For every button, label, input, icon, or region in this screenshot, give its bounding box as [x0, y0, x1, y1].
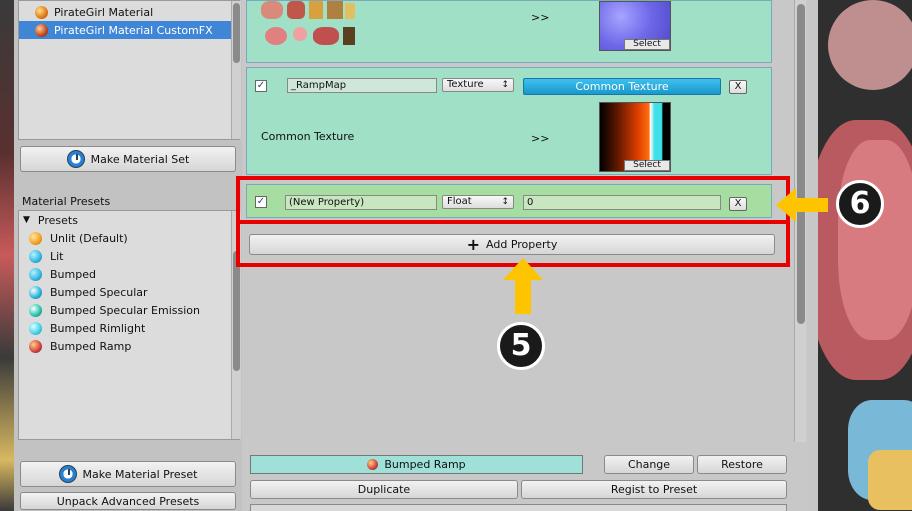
make-material-set-button[interactable]: Make Material Set	[20, 146, 236, 172]
preset-item[interactable]: Bumped Ramp	[29, 337, 131, 355]
rampmap-enable-checkbox[interactable]: ✓	[255, 80, 267, 92]
step-6-badge: 6	[836, 180, 884, 228]
select-button[interactable]: Select	[624, 160, 670, 171]
expand-triangle-icon: ▼	[23, 215, 30, 225]
rampmap-remove-button[interactable]: X	[729, 80, 747, 94]
regist-to-preset-button[interactable]: Regist to Preset	[521, 480, 787, 499]
arrow-indicator: >>	[531, 11, 550, 24]
unlit-sphere-icon	[29, 231, 42, 245]
presets-tree: ▼ Presets Unlit (Default) Lit Bumped Bum…	[18, 210, 241, 440]
left-panel: PirateGirl Material PirateGirl Material …	[14, 0, 242, 511]
material-list-item-selected[interactable]: PirateGirl Material CustomFX	[19, 21, 231, 39]
sprite-sheet-preview	[257, 1, 357, 51]
rampmap-property-card: ✓ _RampMap Texture Common Texture X Comm…	[246, 67, 772, 175]
bottom-field-partial	[250, 504, 787, 511]
common-texture-caption: Common Texture	[261, 130, 355, 143]
ramp-sphere-icon	[29, 339, 42, 353]
rampmap-type-dropdown[interactable]: Texture	[442, 78, 514, 92]
texture-property-card: >> Select	[246, 0, 772, 63]
current-preset-display: Bumped Ramp	[250, 455, 583, 474]
presets-root[interactable]: ▼ Presets	[23, 211, 78, 229]
preset-item[interactable]: Bumped Specular Emission	[29, 301, 200, 319]
preset-item[interactable]: Bumped	[29, 265, 96, 283]
preset-icon	[66, 150, 85, 168]
preset-item[interactable]: Bumped Specular	[29, 283, 148, 301]
material-list-scrollbar[interactable]	[231, 1, 241, 139]
step-5-badge: 5	[497, 322, 545, 370]
rimlight-sphere-icon	[29, 321, 42, 335]
ramp-texture-thumbnail[interactable]: Select	[599, 102, 671, 172]
background-artwork-right	[818, 0, 912, 511]
make-material-preset-button[interactable]: Make Material Preset	[20, 461, 236, 487]
preset-icon	[58, 465, 77, 483]
material-list-item[interactable]: PirateGirl Material	[19, 3, 231, 21]
restore-button[interactable]: Restore	[697, 455, 787, 474]
ramp-sphere-icon	[367, 459, 379, 470]
preset-item[interactable]: Lit	[29, 247, 64, 265]
highlight-new-property	[236, 176, 790, 224]
preset-item[interactable]: Bumped Rimlight	[29, 319, 145, 337]
normal-map-thumbnail[interactable]: Select	[599, 1, 671, 51]
specular-sphere-icon	[29, 285, 42, 299]
lit-sphere-icon	[29, 249, 42, 263]
arrow-indicator: >>	[531, 132, 550, 145]
material-presets-label: Material Presets	[22, 195, 111, 208]
duplicate-button[interactable]: Duplicate	[250, 480, 518, 499]
arrow-left-callout-icon	[776, 188, 828, 222]
preset-item[interactable]: Unlit (Default)	[29, 229, 128, 247]
arrow-up-callout-icon	[503, 258, 543, 314]
fx-sphere-icon	[35, 23, 48, 37]
material-list: PirateGirl Material PirateGirl Material …	[18, 0, 241, 140]
orange-sphere-icon	[35, 5, 48, 19]
rampmap-name-field[interactable]: _RampMap	[287, 78, 437, 93]
common-texture-button[interactable]: Common Texture	[523, 78, 721, 95]
unpack-advanced-presets-button[interactable]: Unpack Advanced Presets	[20, 492, 236, 510]
emission-sphere-icon	[29, 303, 42, 317]
bumped-sphere-icon	[29, 267, 42, 281]
change-button[interactable]: Change	[604, 455, 694, 474]
select-button[interactable]: Select	[624, 39, 670, 50]
